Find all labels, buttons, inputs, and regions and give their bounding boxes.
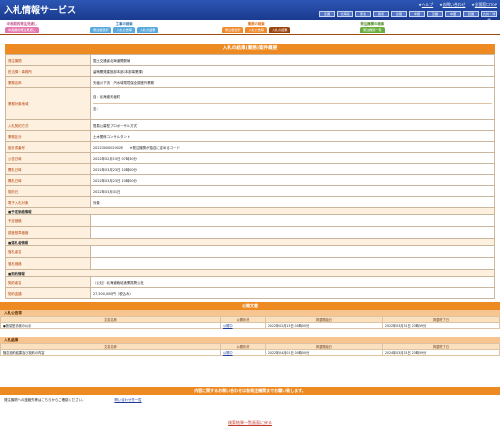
region-tab[interactable]: 中国 [445, 11, 461, 17]
detail-table: 発注機関 国土交通省北海道開発局 担当課・事務所 留萌開発建設部本部(本部事業課) … [5, 54, 495, 299]
public-title: 公開文書 [0, 302, 500, 310]
subsection-contract: ■契約情報 [5, 269, 495, 277]
region-tab[interactable]: 近畿 [427, 11, 443, 17]
detail-section: 入札の結果(業務)案件概要 発注機関 国土交通省北海道開発局 担当課・事務所 留萌開… [5, 44, 495, 299]
doc-status-link[interactable]: 公開中 [223, 351, 233, 355]
table-row: ●簡易型手続の公示 公開中 2022年02月15日 00時00分 2022年03… [0, 322, 500, 329]
site-header: 入札情報サービス ★ヘルプ ★お問い合わせ ★全国窓口T0P 全国 北海道 東北… [0, 0, 500, 22]
table-row: 随意契約結果及び契約の内容 公開中 2022年04月01日 00時00分 202… [0, 349, 500, 356]
tab-construction-result[interactable]: 入札の結果 [136, 27, 159, 33]
region-tab[interactable]: 中部 [409, 11, 425, 17]
site-logo: 入札情報サービス [4, 6, 77, 16]
tab-service-notice[interactable]: 入札公告等 [245, 27, 267, 33]
inquiry-list-link[interactable]: 問い合わせ先一覧 [114, 398, 141, 402]
result-docs-table: 文書名称 公開状況 掲載開始日 掲載終了日 随意契約結果及び契約の内容 公開中 … [0, 343, 500, 356]
inquiry-section: 内容に関するお問い合わせは各発注機関までお願い致します。 発注機関への連絡先等は… [0, 387, 500, 405]
region-tab[interactable]: 北海道 [337, 11, 353, 17]
tab-agency-list[interactable]: 発注機関一覧 [360, 27, 385, 33]
region-tab[interactable]: 四国 [463, 11, 479, 17]
inquiry-title: 内容に関するお問い合わせは各発注機関までお願い致します。 [0, 387, 500, 395]
nav-group-outlook: 中長期的発注見通し 中長期的発注見通し [5, 22, 39, 33]
national-top-link[interactable]: 全国窓口T0P [475, 2, 497, 7]
region-tab[interactable]: 九州・沖縄 [481, 11, 497, 22]
region-tabs: 全国 北海道 東北 関東 北陸 中部 近畿 中国 四国 九州・沖縄 [319, 11, 497, 22]
top-links: ★ヘルプ ★お問い合わせ ★全国窓口T0P [418, 2, 497, 7]
region-tab[interactable]: 全国 [319, 11, 335, 17]
tab-service-result[interactable]: 入札の結果 [268, 27, 291, 33]
nav-group-construction: 工事の検索 発注者選択 入札公告等 入札の結果 [90, 21, 159, 33]
region-tab[interactable]: 東北 [355, 11, 371, 17]
region-tab[interactable]: 北陸 [391, 11, 407, 17]
contact-link[interactable]: お問い合わせ [443, 2, 466, 7]
tab-construction-notice[interactable]: 入札公告等 [113, 27, 135, 33]
tab-service-orderer[interactable]: 発注者選択 [222, 27, 244, 33]
doc-status-link[interactable]: 公開中 [223, 324, 233, 328]
public-documents: 公開文書 入札公告等 文書名称 公開状況 掲載開始日 掲載終了日 ●簡易型手続の… [0, 302, 500, 356]
tab-construction-orderer[interactable]: 発注者選択 [90, 27, 112, 33]
inquiry-text: 発注機関への連絡先等はこちらからご確認ください。 [4, 398, 86, 402]
notice-docs-table: 文書名称 公開状況 掲載開始日 掲載終了日 ●簡易型手続の公示 公開中 2022… [0, 316, 500, 329]
subsection-price: ■予定価格情報 [5, 207, 495, 215]
help-link[interactable]: ヘルプ [422, 2, 433, 7]
tab-outlook[interactable]: 中長期的発注見通し [5, 27, 39, 33]
region-tab[interactable]: 関東 [373, 11, 389, 17]
nav-group-service: 業務の検索 発注者選択 入札公告等 入札の結果 [222, 21, 291, 33]
main-nav: 中長期的発注見通し 中長期的発注見通し 工事の検索 発注者選択 入札公告等 入札… [0, 20, 500, 35]
subsection-winner: ■落札者情報 [5, 238, 495, 246]
back-to-results-link[interactable]: 検索結果一覧画面に戻る [228, 420, 272, 425]
nav-group-agency: 発注機関の検索 発注機関一覧 [360, 22, 385, 33]
detail-title: 入札の結果(業務)案件概要 [5, 44, 495, 54]
